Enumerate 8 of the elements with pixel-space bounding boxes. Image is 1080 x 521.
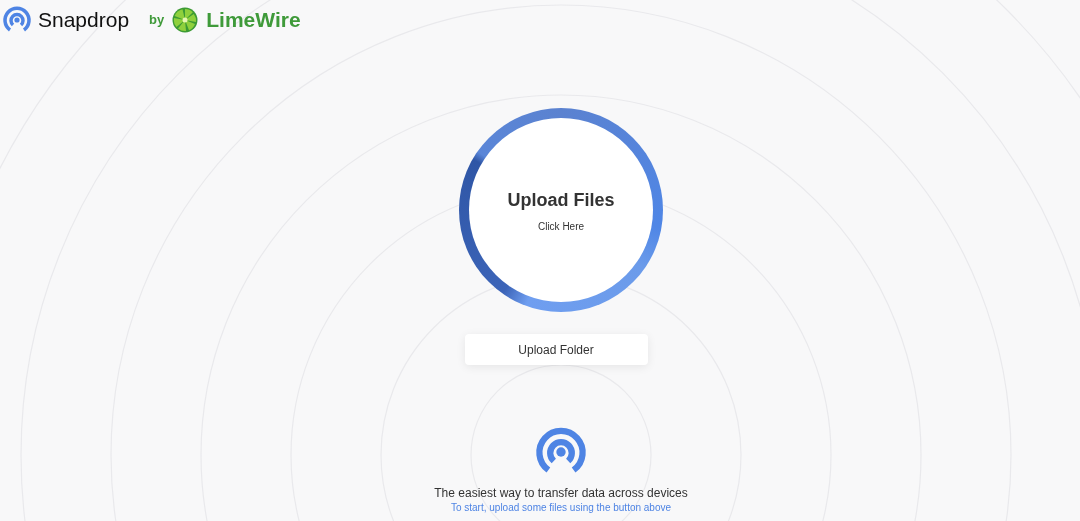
partner-name: LimeWire xyxy=(206,7,301,34)
hint-text: To start, upload some files using the button above xyxy=(450,502,672,514)
lime-slice-icon xyxy=(172,7,199,33)
upload-folder-button[interactable]: Upload Folder xyxy=(464,334,648,365)
tagline-text: The easiest way to transfer data across devices xyxy=(434,486,688,500)
app-name: Snapdrop xyxy=(38,7,130,34)
upload-files-button[interactable]: Upload Files Click Here xyxy=(459,108,663,312)
by-label: by xyxy=(149,11,165,30)
